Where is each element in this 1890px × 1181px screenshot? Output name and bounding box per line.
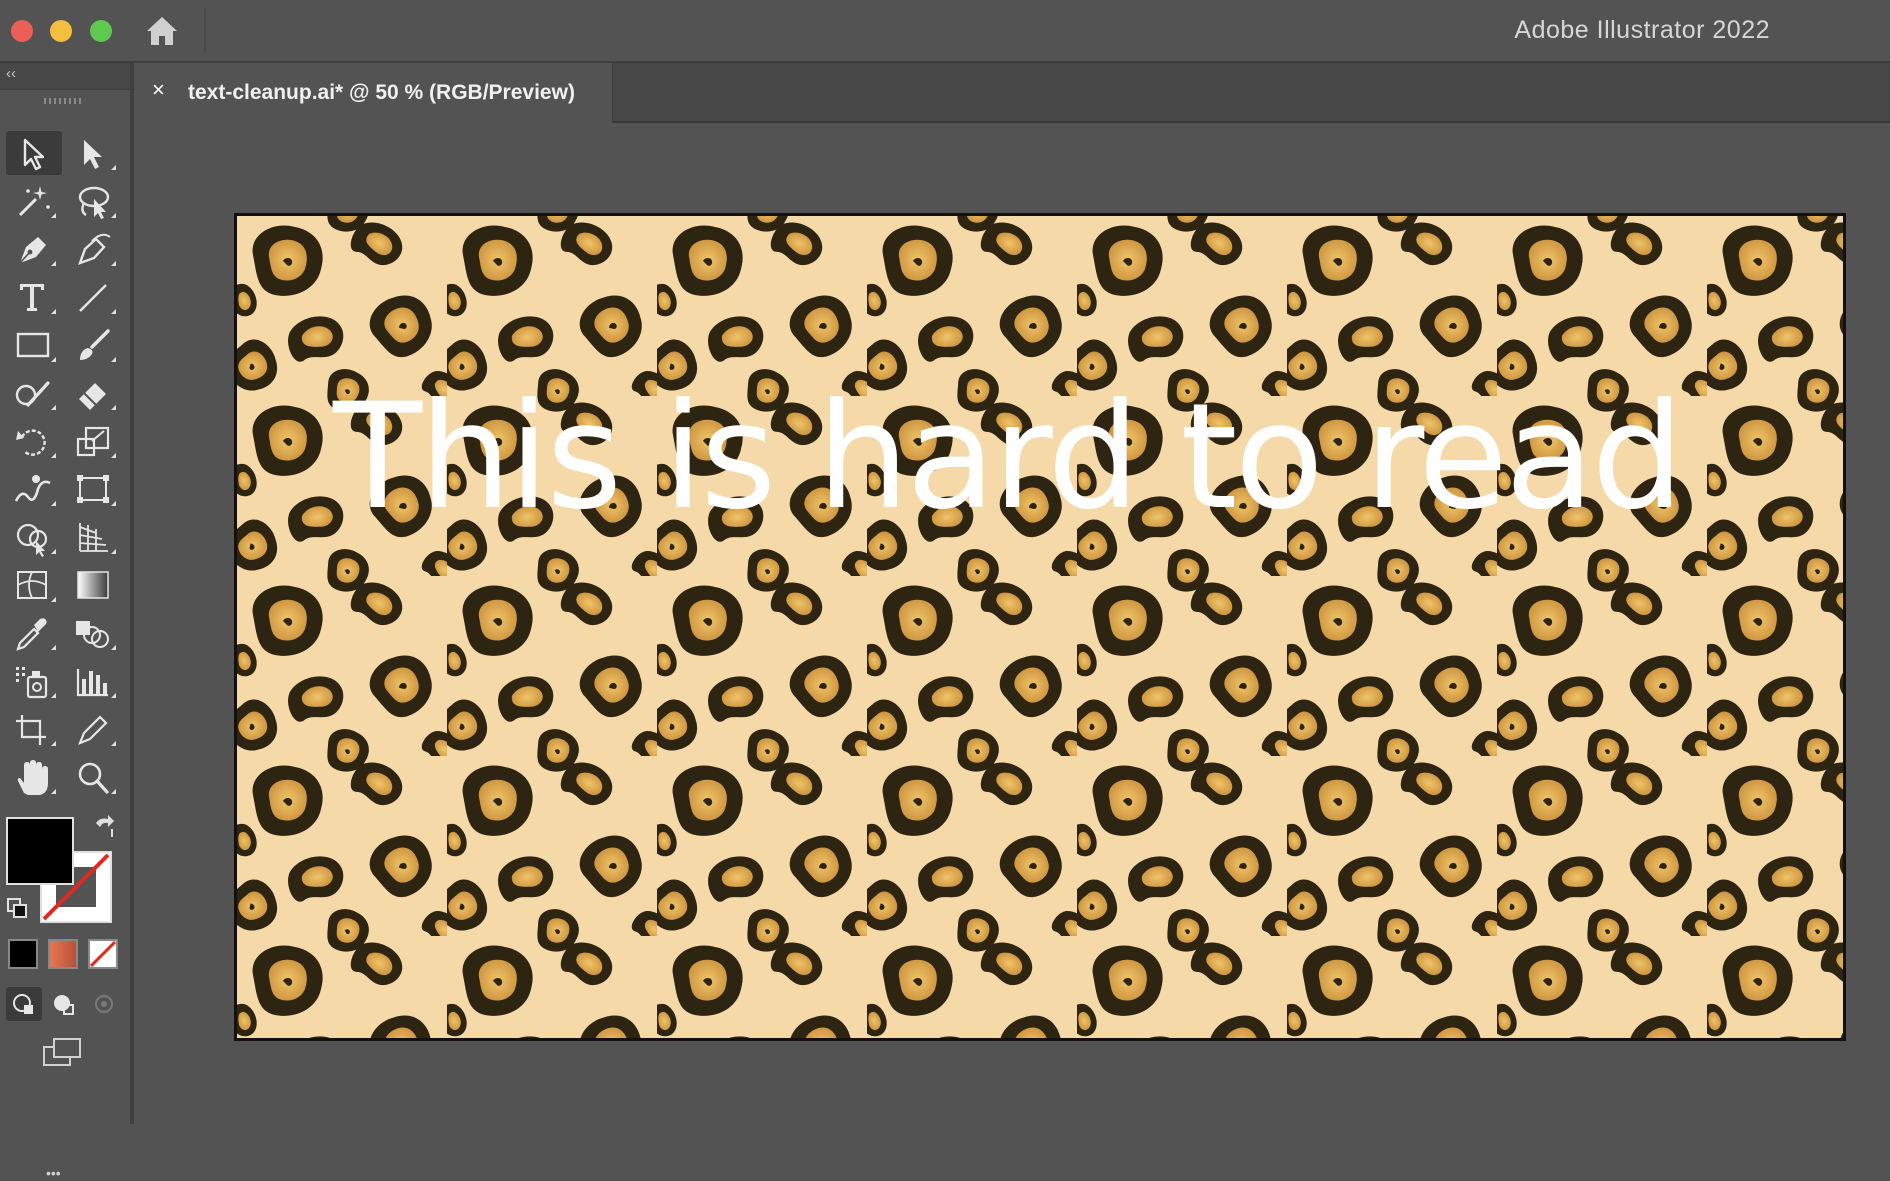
free-transform-tool[interactable] [66,467,122,511]
hand-tool[interactable] [6,755,62,799]
curvature-tool[interactable] [66,227,122,271]
column-graph-tool[interactable] [66,659,122,703]
scale-tool[interactable] [66,419,122,463]
document-tab-label: text-cleanup.ai* @ 50 % (RGB/Preview) [188,81,575,104]
draw-inside-icon [95,995,113,1013]
shape-builder-icon [16,523,48,557]
color-mode-button[interactable] [8,939,38,969]
type-tool[interactable] [6,275,62,319]
app-title: Adobe Illustrator 2022 [1514,16,1770,44]
rectangle-tool[interactable] [6,323,62,367]
symbol-sprayer-tool[interactable] [6,659,62,703]
zoom-tool[interactable] [66,755,122,799]
blend-icon [76,621,109,648]
title-divider [204,8,206,52]
draw-normal-icon [13,994,33,1014]
filled-arrow-icon [84,140,102,169]
free-transform-icon [77,475,109,503]
scale-icon [76,426,110,457]
artboard-icon [16,715,46,745]
column-graph-icon [76,669,108,697]
magic-wand-tool[interactable] [6,179,62,223]
zoom-icon [78,762,109,794]
artboard-text[interactable]: This is hard to read [333,384,1684,530]
swap-fill-stroke-icon[interactable] [90,813,118,841]
eraser-tool[interactable] [66,371,122,415]
line-segment-tool[interactable] [66,275,122,319]
rotate-tool[interactable] [6,419,62,463]
slice-tool[interactable] [66,707,122,751]
draw-behind-icon [54,995,74,1015]
pen-icon [19,237,46,264]
close-window-button[interactable] [11,20,33,42]
rectangle-icon [16,332,50,358]
panel-grip[interactable] [44,97,82,105]
none-mode-button[interactable] [88,939,118,969]
curvature-pen-icon [78,233,111,265]
shaper-tool[interactable] [6,371,62,415]
leopard-pattern [237,216,1843,1038]
document-tab-bar: × text-cleanup.ai* @ 50 % (RGB/Preview) [134,63,1890,123]
gradient-icon [77,571,109,599]
draw-normal-button[interactable] [6,987,42,1021]
symbol-sprayer-icon [16,667,48,699]
screen-mode-icon [43,1038,81,1066]
direct-selection-tool[interactable] [66,131,122,175]
eyedropper-tool[interactable] [6,611,62,655]
screen-mode-button[interactable] [40,1033,88,1073]
default-fill-stroke-icon[interactable] [4,895,32,923]
draw-behind-button[interactable] [46,987,82,1021]
draw-inside-button[interactable] [86,987,122,1021]
eraser-icon [79,383,106,410]
lasso-tool[interactable] [66,179,122,223]
shape-builder-tool[interactable] [6,515,62,559]
perspective-grid-icon [79,523,108,552]
arrow-icon [23,138,45,171]
selection-tool[interactable] [6,131,62,175]
magic-wand-icon [18,186,50,217]
close-tab-icon[interactable]: × [152,77,165,103]
title-bar: Adobe Illustrator 2022 [0,0,1890,63]
gradient-tool[interactable] [66,563,122,607]
warp-tool[interactable] [6,467,62,511]
home-icon[interactable] [144,14,180,48]
lasso-icon [78,186,110,219]
pen-tool[interactable] [6,227,62,271]
canvas[interactable]: This is hard to read [134,123,1890,1124]
mesh-icon [17,571,47,599]
shaper-icon [15,381,50,407]
paintbrush-tool[interactable] [66,323,122,367]
panel-header: ‹‹ [0,63,130,90]
line-icon [79,284,107,312]
type-icon [20,284,44,311]
document-tab[interactable]: × text-cleanup.ai* @ 50 % (RGB/Preview) [134,63,613,123]
warp-icon [14,475,51,502]
hand-icon [17,760,48,795]
rotate-icon [16,429,46,456]
tools-panel: ‹‹ ••• [0,63,134,1181]
brush-icon [80,329,110,360]
artboard[interactable]: This is hard to read [234,213,1846,1041]
slice-icon [78,715,108,745]
zoom-window-button[interactable] [90,20,112,42]
gradient-mode-button[interactable] [48,939,78,969]
edit-toolbar-button[interactable]: ••• [46,1165,61,1181]
collapse-panel-button[interactable]: ‹‹ [6,65,16,83]
blend-tool[interactable] [66,611,122,655]
perspective-grid-tool[interactable] [66,515,122,559]
minimize-window-button[interactable] [50,20,72,42]
artboard-tool[interactable] [6,707,62,751]
eyedropper-icon [16,618,47,651]
mesh-tool[interactable] [6,563,62,607]
fill-swatch[interactable] [6,817,74,885]
